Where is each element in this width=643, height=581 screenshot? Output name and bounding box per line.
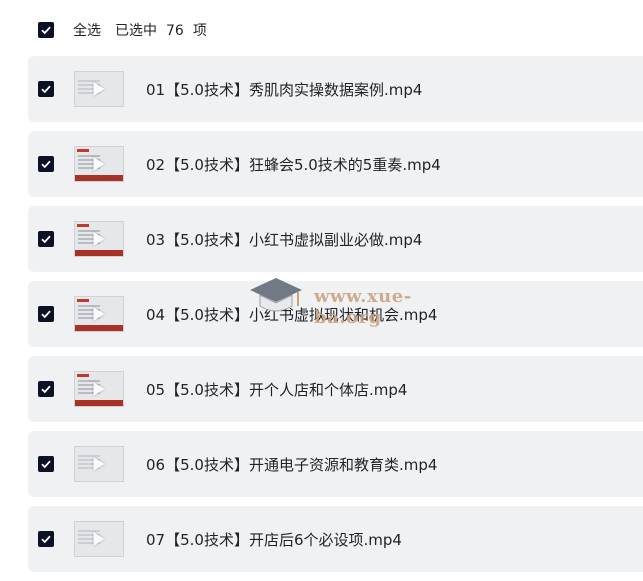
list-item[interactable]: 06【5.0技术】开通电子资源和教育类.mp4: [28, 431, 643, 497]
check-icon: [41, 160, 51, 169]
file-title[interactable]: 06【5.0技术】开通电子资源和教育类.mp4: [146, 454, 437, 475]
file-title[interactable]: 01【5.0技术】秀肌肉实操数据案例.mp4: [146, 79, 422, 100]
selected-prefix: 已选中: [115, 23, 157, 39]
item-checkbox[interactable]: [38, 156, 54, 172]
play-icon: [93, 82, 105, 96]
check-icon: [41, 385, 51, 394]
item-checkbox[interactable]: [38, 306, 54, 322]
video-thumbnail[interactable]: [74, 296, 124, 332]
check-icon: [41, 235, 51, 244]
selected-suffix: 项: [192, 23, 207, 39]
play-icon: [93, 532, 105, 546]
video-thumbnail[interactable]: [74, 146, 124, 182]
check-icon: [41, 535, 51, 544]
check-icon: [41, 85, 51, 94]
play-icon: [93, 157, 105, 171]
list-item[interactable]: 07【5.0技术】开店后6个必设项.mp4: [28, 506, 643, 572]
selection-toolbar: 全选 已选中 76 项: [0, 0, 643, 60]
video-thumbnail[interactable]: [74, 521, 124, 557]
item-checkbox[interactable]: [38, 381, 54, 397]
play-icon: [93, 457, 105, 471]
video-thumbnail[interactable]: [74, 371, 124, 407]
item-checkbox[interactable]: [38, 531, 54, 547]
item-checkbox[interactable]: [38, 81, 54, 97]
list-item[interactable]: 02【5.0技术】狂蜂会5.0技术的5重奏.mp4: [28, 131, 643, 197]
file-list: 01【5.0技术】秀肌肉实操数据案例.mp4 02【5.0技术】狂蜂会5.0技术…: [28, 56, 643, 581]
selection-count: 已选中 76 项: [115, 20, 216, 40]
play-icon: [93, 307, 105, 321]
video-thumbnail[interactable]: [74, 71, 124, 107]
check-icon: [41, 310, 51, 319]
file-title[interactable]: 02【5.0技术】狂蜂会5.0技术的5重奏.mp4: [146, 154, 441, 175]
item-checkbox[interactable]: [38, 456, 54, 472]
check-icon: [41, 26, 51, 35]
list-item[interactable]: 03【5.0技术】小红书虚拟副业必做.mp4: [28, 206, 643, 272]
file-title[interactable]: 05【5.0技术】开个人店和个体店.mp4: [146, 379, 407, 400]
list-item[interactable]: 01【5.0技术】秀肌肉实操数据案例.mp4: [28, 56, 643, 122]
select-all-checkbox[interactable]: [38, 22, 54, 38]
file-title[interactable]: 03【5.0技术】小红书虚拟副业必做.mp4: [146, 229, 422, 250]
list-item[interactable]: 04【5.0技术】小红书虚拟现状和机会.mp4: [28, 281, 643, 347]
select-all-label[interactable]: 全选: [73, 20, 101, 40]
list-item[interactable]: 05【5.0技术】开个人店和个体店.mp4: [28, 356, 643, 422]
video-thumbnail[interactable]: [74, 221, 124, 257]
file-title[interactable]: 07【5.0技术】开店后6个必设项.mp4: [146, 529, 402, 550]
play-icon: [93, 232, 105, 246]
file-title[interactable]: 04【5.0技术】小红书虚拟现状和机会.mp4: [146, 304, 437, 325]
check-icon: [41, 460, 51, 469]
video-thumbnail[interactable]: [74, 446, 124, 482]
play-icon: [93, 382, 105, 396]
selected-count: 76: [166, 23, 184, 39]
item-checkbox[interactable]: [38, 231, 54, 247]
